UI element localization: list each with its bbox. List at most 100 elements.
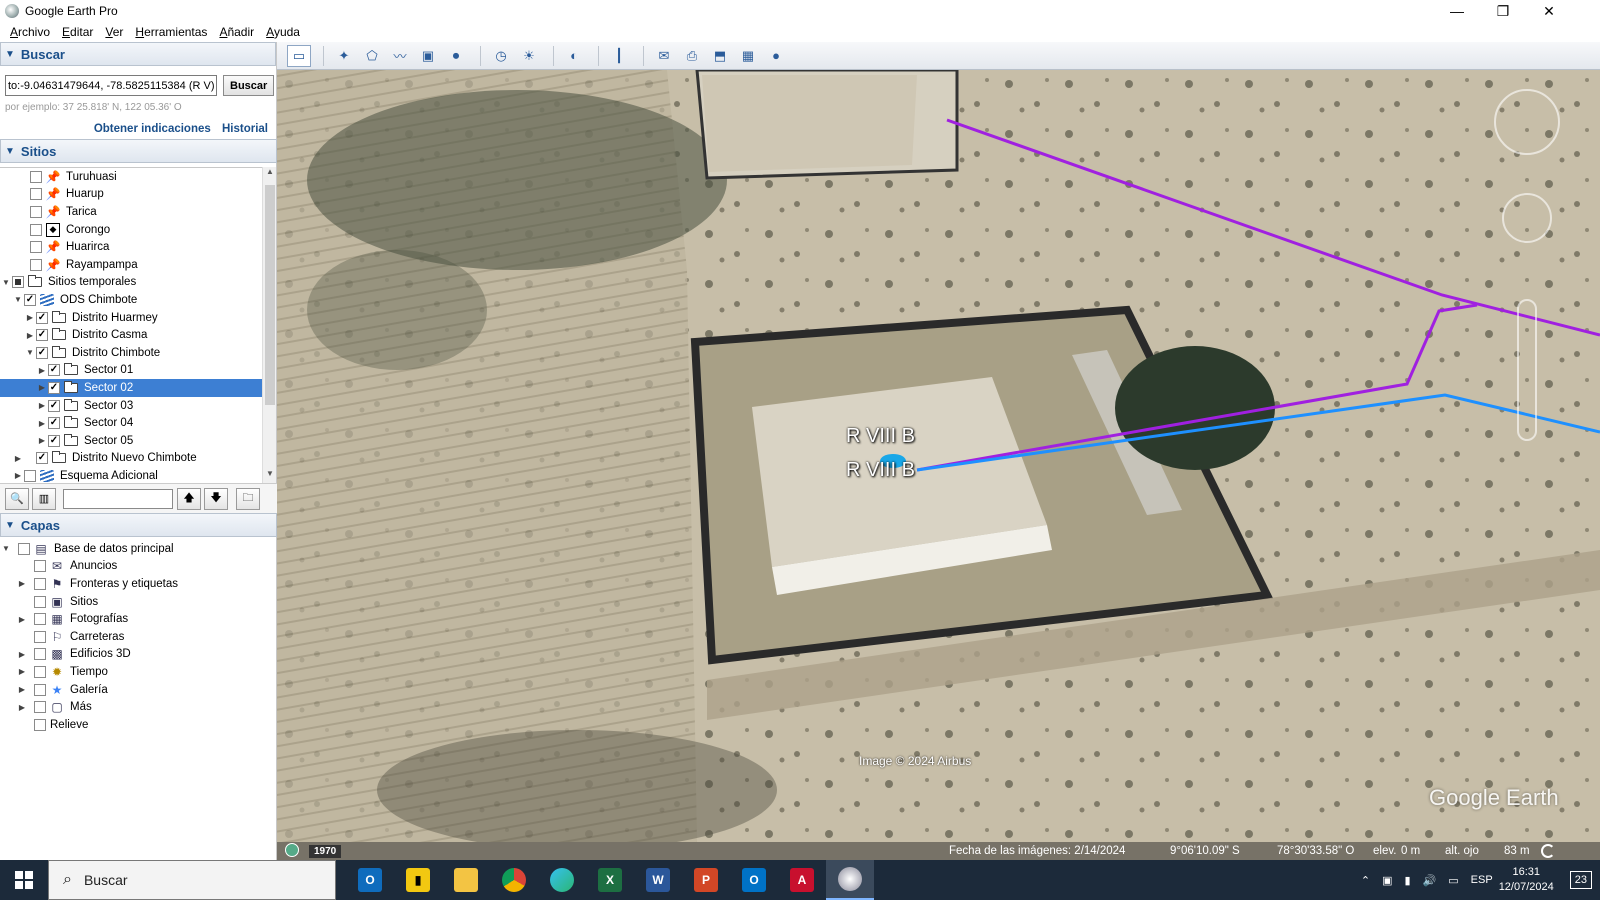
placemark-label-bottom[interactable]: R VIII B	[846, 459, 915, 482]
checkbox[interactable]	[30, 223, 42, 236]
add-path-icon[interactable]: 〰	[388, 45, 412, 67]
word-app[interactable]: W	[634, 860, 682, 900]
checkbox[interactable]	[34, 665, 46, 678]
layers-tree-item[interactable]: Relieve	[0, 716, 277, 734]
places-tree-item[interactable]: ▶ ✓ Distrito Nuevo Chimbote	[0, 450, 262, 468]
menu-editar[interactable]: Editar	[62, 25, 93, 39]
network-icon[interactable]: ▭	[1448, 874, 1458, 887]
expand-toggle-icon[interactable]: ▶	[24, 313, 36, 322]
places-tree-item[interactable]: 📌 Huarirca	[0, 238, 262, 256]
scroll-down-icon[interactable]: ▼	[263, 469, 277, 483]
move-down-icon[interactable]: 🡇	[204, 487, 228, 510]
menu-archivo[interactable]: Archivo	[10, 25, 50, 39]
expand-toggle-icon[interactable]: ▶	[36, 436, 48, 445]
search-input[interactable]	[5, 75, 217, 96]
checkbox[interactable]	[30, 258, 42, 271]
checkbox[interactable]	[34, 595, 46, 608]
layers-tree-item[interactable]: ▶ ★ Galería	[0, 681, 277, 699]
powerpoint-app[interactable]: P	[682, 860, 730, 900]
volume-icon[interactable]: 🔊	[1423, 874, 1437, 887]
menu-ayuda[interactable]: Ayuda	[266, 25, 300, 39]
checkbox[interactable]: ✓	[48, 399, 60, 412]
earth-icon[interactable]: ●	[764, 45, 788, 67]
checkbox[interactable]	[34, 577, 46, 590]
planets-icon[interactable]: ◐	[562, 45, 586, 67]
places-tree-item[interactable]: ▶ ✓ Distrito Casma	[0, 326, 262, 344]
file-explorer-app[interactable]	[442, 860, 490, 900]
menu-anadir[interactable]: Añadir	[219, 25, 254, 39]
layers-tree-item[interactable]: ▶ ⚑ Fronteras y etiquetas	[0, 575, 277, 593]
add-polygon-icon[interactable]: ⬠	[360, 45, 384, 67]
expand-toggle-icon[interactable]: ▼	[12, 295, 24, 304]
places-panel-header[interactable]: ▼ Sitios	[0, 139, 277, 163]
show-hidden-icons-icon[interactable]: ⌃	[1361, 874, 1370, 887]
search-places-icon[interactable]: 🔍	[5, 487, 29, 510]
scrollbar-thumb[interactable]	[265, 185, 275, 405]
add-placemark-icon[interactable]: ✦	[332, 45, 356, 67]
layers-tree-item[interactable]: ▶ ▦ Fotografías	[0, 610, 277, 628]
placemark-label-top[interactable]: R VIII B	[846, 425, 915, 448]
powerbi-app[interactable]: ▮	[394, 860, 442, 900]
expand-toggle-icon[interactable]: ▼	[24, 348, 36, 357]
expand-toggle-icon[interactable]: ▶	[16, 667, 28, 676]
search-button[interactable]: Buscar	[223, 75, 275, 96]
search-panel-header[interactable]: ▼ Buscar	[0, 42, 276, 66]
menu-herramientas[interactable]: Herramientas	[135, 25, 207, 39]
layers-tree-item[interactable]: ▼ ▤ Base de datos principal	[0, 540, 277, 558]
panel-toggle-icon[interactable]: ▥	[32, 487, 56, 510]
taskbar-search[interactable]: ⌕ Buscar	[48, 860, 336, 900]
checkbox[interactable]: ✓	[24, 293, 36, 306]
checkbox[interactable]: ✓	[36, 346, 48, 359]
view-in-maps-icon[interactable]: ▦	[736, 45, 760, 67]
checkbox[interactable]	[34, 560, 46, 573]
layers-panel-header[interactable]: ▼ Capas	[0, 513, 277, 537]
checkbox[interactable]	[30, 170, 42, 183]
places-tree-item[interactable]: ▶ ✓ Sector 02	[0, 379, 262, 397]
checkbox[interactable]: ✓	[48, 434, 60, 447]
record-tour-icon[interactable]: ⏺	[444, 45, 468, 67]
checkbox[interactable]	[12, 276, 24, 289]
checkbox[interactable]	[34, 683, 46, 696]
places-scrollbar[interactable]: ▲ ▼	[262, 167, 276, 483]
checkbox[interactable]	[34, 701, 46, 714]
checkbox[interactable]	[30, 241, 42, 254]
checkbox[interactable]: ✓	[36, 329, 48, 342]
expand-toggle-icon[interactable]: ▶	[16, 650, 28, 659]
checkbox[interactable]	[24, 469, 36, 482]
places-tree-item[interactable]: ▶ Esquema Adicional	[0, 467, 262, 483]
expand-toggle-icon[interactable]: ▶	[16, 615, 28, 624]
expand-toggle-icon[interactable]: ▶	[24, 331, 36, 340]
places-tree-item[interactable]: ▼ Sitios temporales	[0, 274, 262, 292]
historical-imagery-indicator-icon[interactable]	[285, 843, 299, 857]
checkbox[interactable]: ✓	[36, 452, 48, 465]
google-earth-taskbar-app[interactable]	[826, 860, 874, 900]
menu-ver[interactable]: Ver	[105, 25, 123, 39]
folder-menu-icon[interactable]: 🗀	[236, 487, 260, 510]
expand-toggle-icon[interactable]: ▶	[12, 454, 24, 463]
clock[interactable]: 16:31 12/07/2024	[1499, 865, 1554, 895]
save-image-icon[interactable]: ⬒	[708, 45, 732, 67]
scroll-up-icon[interactable]: ▲	[263, 167, 277, 181]
outlook-app[interactable]: O	[730, 860, 778, 900]
language-indicator[interactable]: ESP	[1471, 874, 1493, 886]
checkbox[interactable]	[34, 648, 46, 661]
places-tree-item[interactable]: 📌 Turuhuasi	[0, 168, 262, 186]
expand-toggle-icon[interactable]: ▶	[16, 685, 28, 694]
layers-tree-item[interactable]: ▶ ✹ Tiempo	[0, 663, 277, 681]
expand-toggle-icon[interactable]: ▶	[16, 579, 28, 588]
email-icon[interactable]: ✉	[652, 45, 676, 67]
notifications-badge[interactable]: 23	[1569, 871, 1592, 889]
history-link[interactable]: Historial	[222, 123, 268, 135]
checkbox[interactable]	[30, 188, 42, 201]
places-tree-item[interactable]: ▶ ✓ Sector 04	[0, 414, 262, 432]
expand-toggle-icon[interactable]: ▶	[36, 366, 48, 375]
close-button[interactable]: ✕	[1526, 0, 1572, 22]
historical-imagery-icon[interactable]: ◷	[489, 45, 513, 67]
places-tree-item[interactable]: ▶ ✓ Sector 03	[0, 397, 262, 415]
expand-toggle-icon[interactable]: ▶	[36, 383, 48, 392]
layers-tree-item[interactable]: ▶ ▢ Más	[0, 698, 277, 716]
expand-toggle-icon[interactable]: ▶	[12, 471, 24, 480]
places-tree-item[interactable]: ▶ ✓ Distrito Huarmey	[0, 309, 262, 327]
checkbox[interactable]: ✓	[48, 364, 60, 377]
ruler-icon[interactable]: ┃	[607, 45, 631, 67]
